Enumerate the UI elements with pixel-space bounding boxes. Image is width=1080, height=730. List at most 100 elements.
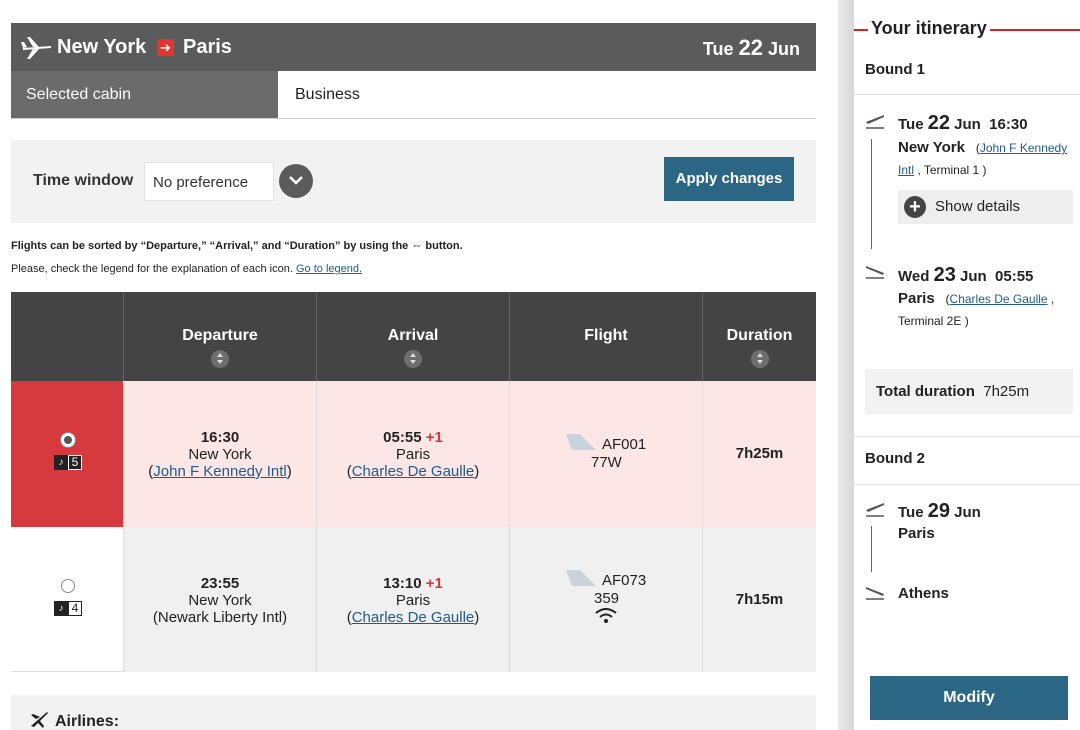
flight-duration: 7h15m: [735, 591, 784, 608]
divider: [854, 436, 1080, 437]
table-row[interactable]: ♪ 5 16:30 New York (John F Kennedy Intl)…: [11, 381, 816, 527]
airplane-icon: [21, 37, 51, 59]
duration-header: Duration: [702, 292, 816, 381]
aircraft-type: 77W: [591, 454, 622, 471]
legend-note-text: Please, check the legend for the explana…: [11, 263, 293, 275]
bound1-departure-place: New York (John F Kennedy Intl , Terminal…: [898, 139, 1068, 177]
departure-block: 23:55 New York (Newark Liberty Intl): [124, 575, 316, 626]
divider: [854, 484, 1080, 485]
time-window-label: Time window: [33, 172, 134, 189]
arr-terminal: Terminal 2E: [898, 314, 962, 328]
arr-day: 23: [933, 264, 956, 286]
departure-cell: 16:30 New York (John F Kennedy Intl): [123, 381, 316, 527]
legend-note: Please, check the legend for the explana…: [11, 263, 362, 275]
row-selector[interactable]: ♪ 4: [11, 527, 123, 672]
departure-airport-link[interactable]: John F Kennedy Intl: [153, 463, 286, 480]
airlines-label: Airlines:: [55, 713, 120, 730]
aircraft-type: 359: [594, 590, 620, 607]
show-details-button[interactable]: + Show details: [898, 190, 1073, 224]
sort-departure-icon[interactable]: [211, 350, 229, 368]
sort-duration-icon[interactable]: [750, 350, 769, 368]
departure-city: New York: [188, 446, 252, 463]
arrival-airport-link[interactable]: Charles De Gaulle: [352, 463, 475, 480]
sort-arrival-icon[interactable]: [404, 350, 422, 368]
dep-time: 16:30: [989, 116, 1028, 133]
next-day-indicator: +1: [425, 429, 443, 446]
cabin-row: Selected cabin Business: [11, 71, 816, 119]
arrival-city: Paris: [395, 446, 431, 463]
selected-cabin-label: Selected cabin: [11, 71, 278, 118]
airline-tail-icon: [566, 434, 596, 450]
duration-header-label: Duration: [726, 327, 793, 344]
show-details-label: Show details: [935, 198, 1021, 215]
chevron-down-icon[interactable]: [279, 164, 313, 198]
arrival-block: 13:10 +1 Paris (Charles De Gaulle): [317, 575, 509, 626]
arrival-airport-link[interactable]: Charles De Gaulle: [352, 609, 475, 626]
go-to-legend-link[interactable]: Go to legend.: [296, 263, 362, 275]
flight-radio[interactable]: [61, 579, 75, 593]
flight-radio-selected[interactable]: [61, 433, 75, 447]
bound1-arrival-place: Paris (Charles De Gaulle , Terminal 2E ): [898, 290, 1055, 328]
modify-button[interactable]: Modify: [870, 676, 1068, 720]
date-day: 22: [738, 35, 763, 60]
arr-city: Paris: [898, 290, 935, 307]
bound-1-label: Bound 1: [865, 61, 925, 78]
departure-airport: (Newark Liberty Intl): [152, 609, 288, 626]
row-selector[interactable]: ♪ 5: [11, 381, 123, 527]
arr-weekday: Wed: [898, 268, 930, 285]
arrival-time: 05:55 +1: [317, 429, 509, 446]
flight-selection-panel: New York ➔ Paris Tue 22 Jun Selected cab…: [11, 0, 816, 730]
flight-cell: AF001 77W: [509, 381, 702, 527]
bound2-departure: Tue 29 Jun: [898, 500, 1076, 523]
departure-airport: (John F Kennedy Intl): [148, 463, 292, 480]
bound2-arrival-place: Athens: [898, 585, 949, 602]
flight-header: Flight: [509, 292, 702, 381]
departure-cell: 23:55 New York (Newark Liberty Intl): [123, 527, 316, 672]
itinerary-title: Your itinerary: [854, 18, 1080, 39]
landing-icon: [866, 266, 884, 279]
arr-month: Jun: [960, 268, 987, 285]
timeline-line: [871, 526, 872, 572]
arr-city: Athens: [898, 585, 949, 602]
dep-city: Paris: [898, 525, 935, 542]
table-row[interactable]: ♪ 4 23:55 New York (Newark Liberty Intl)…: [11, 527, 816, 672]
seats-left-badge: ♪ 4: [54, 601, 82, 616]
bound2-departure-place: Paris: [898, 525, 935, 542]
time-window-filter: Time window No preference Apply changes: [11, 140, 816, 223]
divider: [854, 94, 1080, 95]
total-duration-box: Total duration 7h25m: [865, 369, 1073, 414]
arrival-time-value: 13:10: [383, 575, 422, 592]
plus-icon: +: [904, 196, 926, 218]
arr-time: 05:55: [995, 268, 1034, 285]
route-header: New York ➔ Paris Tue 22 Jun: [11, 23, 816, 71]
destination-city: Paris: [183, 36, 232, 58]
arrival-cell: 13:10 +1 Paris (Charles De Gaulle): [316, 527, 509, 672]
travel-date: Tue 22 Jun: [703, 35, 800, 61]
apply-changes-button[interactable]: Apply changes: [664, 157, 794, 201]
seat-icon: ♪: [54, 455, 68, 470]
arrival-header-label: Arrival: [387, 327, 439, 344]
total-duration-label: Total duration: [876, 383, 975, 400]
arrival-time: 13:10 +1: [317, 575, 509, 592]
departure-time: 23:55: [200, 575, 240, 592]
arrival-header: Arrival: [316, 292, 509, 381]
arrival-city: Paris: [395, 592, 431, 609]
arr-airport-link[interactable]: Charles De Gaulle: [950, 292, 1048, 306]
total-duration-value: 7h25m: [983, 383, 1030, 400]
seats-left-count: 5: [68, 455, 82, 470]
departure-city: New York: [188, 592, 252, 609]
table-header: Departure Arrival Flight Duration: [11, 292, 816, 381]
flight-header-label: Flight: [584, 327, 628, 344]
panel-divider: [838, 0, 854, 730]
departure-time: 16:30: [200, 429, 240, 446]
arrival-cell: 05:55 +1 Paris (Charles De Gaulle): [316, 381, 509, 527]
seats-left-badge: ♪ 5: [54, 455, 82, 470]
dep-month: Jun: [954, 116, 981, 133]
date-weekday: Tue: [702, 39, 734, 59]
takeoff-icon: [866, 503, 884, 517]
departure-header: Departure: [123, 292, 316, 381]
dep-day: 29: [927, 500, 950, 522]
itinerary-title-text: Your itinerary: [868, 18, 990, 39]
time-window-select[interactable]: No preference: [144, 162, 274, 201]
wifi-icon: [595, 608, 617, 623]
